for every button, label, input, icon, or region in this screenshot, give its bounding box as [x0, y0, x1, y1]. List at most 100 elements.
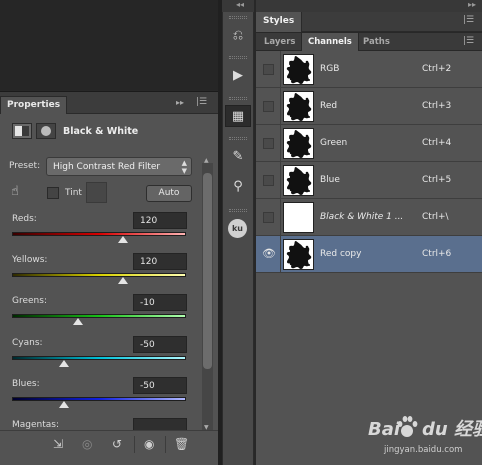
channel-name: RGB [320, 64, 340, 74]
channel-name: Red copy [320, 249, 362, 259]
slider-track[interactable] [12, 397, 186, 401]
brush-presets-icon[interactable]: ✎ [225, 146, 251, 168]
slider-thumb[interactable] [118, 236, 129, 243]
watermark-logo: Baidu 经验 [368, 419, 482, 440]
styles-menu-icon[interactable]: |☰ [463, 15, 474, 25]
slider-label: Yellows: [12, 255, 48, 265]
kuler-icon[interactable]: ku [228, 219, 247, 238]
right-panel-header: ▸▸ [256, 0, 482, 12]
channel-shortcut: Ctrl+2 [422, 64, 452, 74]
eye-icon[interactable]: 👁 [262, 247, 276, 260]
history-icon[interactable]: ⎌ [225, 25, 251, 47]
channel-thumbnail [283, 128, 314, 159]
channels-menu-icon[interactable]: |☰ [463, 36, 474, 46]
slider-thumb[interactable] [59, 401, 70, 408]
channel-shortcut: Ctrl+6 [422, 249, 452, 259]
channel-name: Black & White 1 ... [320, 212, 404, 222]
slider-value-field[interactable]: -50 [133, 336, 187, 353]
slider-thumb[interactable] [59, 360, 70, 367]
actions-play-icon[interactable]: ▶ [225, 65, 251, 87]
visibility-toggle[interactable] [263, 64, 274, 75]
slider-value-field[interactable]: 120 [133, 212, 187, 229]
channel-thumbnail [283, 91, 314, 122]
slider-value-field[interactable]: -50 [133, 377, 187, 394]
view-previous-state-icon[interactable]: ◎ [82, 437, 92, 451]
watermark-url: jingyan.baidu.com [384, 445, 463, 455]
channel-thumbnail [283, 239, 314, 270]
properties-header: Properties ▸▸ |☰ [0, 92, 218, 114]
channel-name: Green [320, 138, 348, 148]
document-canvas-area [0, 0, 218, 90]
channel-row[interactable]: 👁 Red copy Ctrl+6 [256, 236, 482, 273]
channel-thumbnail [283, 54, 314, 85]
preset-select[interactable]: High Contrast Red Filter ▲ ▼ [46, 157, 192, 176]
adjustment-icon[interactable] [12, 123, 32, 139]
tint-color-swatch[interactable] [86, 182, 107, 203]
tab-layers[interactable]: Layers [258, 33, 301, 51]
visibility-eye-icon[interactable]: ◉ [144, 437, 154, 451]
slider-label: Greens: [12, 296, 47, 306]
dock-grip[interactable] [229, 209, 247, 212]
clip-to-layer-icon[interactable]: ⇲ [53, 437, 63, 451]
channel-row[interactable]: Black & White 1 ... Ctrl+\ [256, 199, 482, 236]
select-arrows-icon: ▲ ▼ [181, 159, 187, 175]
mask-icon[interactable] [36, 123, 56, 139]
scrollbar-thumb[interactable] [203, 173, 212, 369]
channel-row[interactable]: RGB Ctrl+2 [256, 51, 482, 88]
properties-dock-icon[interactable]: ▦ [225, 105, 251, 127]
slider-label: Magentas: [12, 420, 59, 430]
panel-menu-icon[interactable]: |☰ [196, 97, 207, 107]
slider-label: Reds: [12, 214, 37, 224]
tab-channels[interactable]: Channels [301, 33, 359, 51]
channel-shortcut: Ctrl+3 [422, 101, 452, 111]
channel-name: Red [320, 101, 338, 111]
expand-dock-icon[interactable]: ◂◂ [236, 0, 244, 9]
adjustment-title: Black & White [63, 126, 139, 137]
visibility-toggle[interactable] [263, 138, 274, 149]
slider-track[interactable] [12, 232, 186, 236]
auto-button[interactable]: Auto [146, 185, 192, 202]
visibility-toggle[interactable] [263, 175, 274, 186]
reset-icon[interactable]: ↺ [112, 437, 122, 451]
channel-name: Blue [320, 175, 340, 185]
properties-panel: Properties ▸▸ |☰ [0, 91, 218, 465]
slider-track[interactable] [12, 273, 186, 277]
slider-label: Blues: [12, 379, 40, 389]
tab-paths[interactable]: Paths [357, 33, 396, 51]
properties-scrollbar[interactable] [202, 163, 213, 433]
preset-label: Preset: [9, 161, 41, 171]
channel-thumbnail [283, 202, 314, 233]
tab-properties[interactable]: Properties [0, 96, 68, 114]
dock-grip[interactable] [229, 137, 247, 140]
baidu-paw-icon [397, 416, 418, 437]
tab-styles[interactable]: Styles [256, 12, 303, 32]
slider-thumb[interactable] [118, 277, 129, 284]
channel-row[interactable]: Blue Ctrl+5 [256, 162, 482, 199]
channel-thumbnail [283, 165, 314, 196]
preset-value: High Contrast Red Filter [53, 162, 161, 172]
channel-shortcut: Ctrl+5 [422, 175, 452, 185]
slider-value-field[interactable]: -10 [133, 294, 187, 311]
clone-source-icon[interactable]: ⚲ [225, 176, 251, 198]
slider-value-field[interactable]: 120 [133, 253, 187, 270]
dock-header: ◂◂ [222, 0, 254, 12]
channel-row[interactable]: Red Ctrl+3 [256, 88, 482, 125]
slider-thumb[interactable] [73, 318, 84, 325]
tint-label: Tint [65, 188, 82, 198]
collapse-right-icon[interactable]: ▸▸ [468, 0, 476, 9]
dock-grip[interactable] [229, 97, 247, 100]
dock-grip[interactable] [229, 56, 247, 59]
slider-label: Cyans: [12, 338, 43, 348]
tint-checkbox[interactable] [47, 187, 59, 199]
slider-track[interactable] [12, 314, 186, 318]
visibility-toggle[interactable] [263, 101, 274, 112]
dock-grip[interactable] [229, 16, 247, 19]
collapse-icon[interactable]: ▸▸ [176, 98, 184, 107]
channel-shortcut: Ctrl+\ [422, 212, 449, 222]
channel-shortcut: Ctrl+4 [422, 138, 452, 148]
visibility-toggle[interactable] [263, 212, 274, 223]
channel-row[interactable]: Green Ctrl+4 [256, 125, 482, 162]
targeted-adjustment-hand-icon[interactable]: ☝ [11, 184, 19, 199]
slider-track[interactable] [12, 356, 186, 360]
delete-trash-icon[interactable]: 🗑 [174, 437, 189, 451]
